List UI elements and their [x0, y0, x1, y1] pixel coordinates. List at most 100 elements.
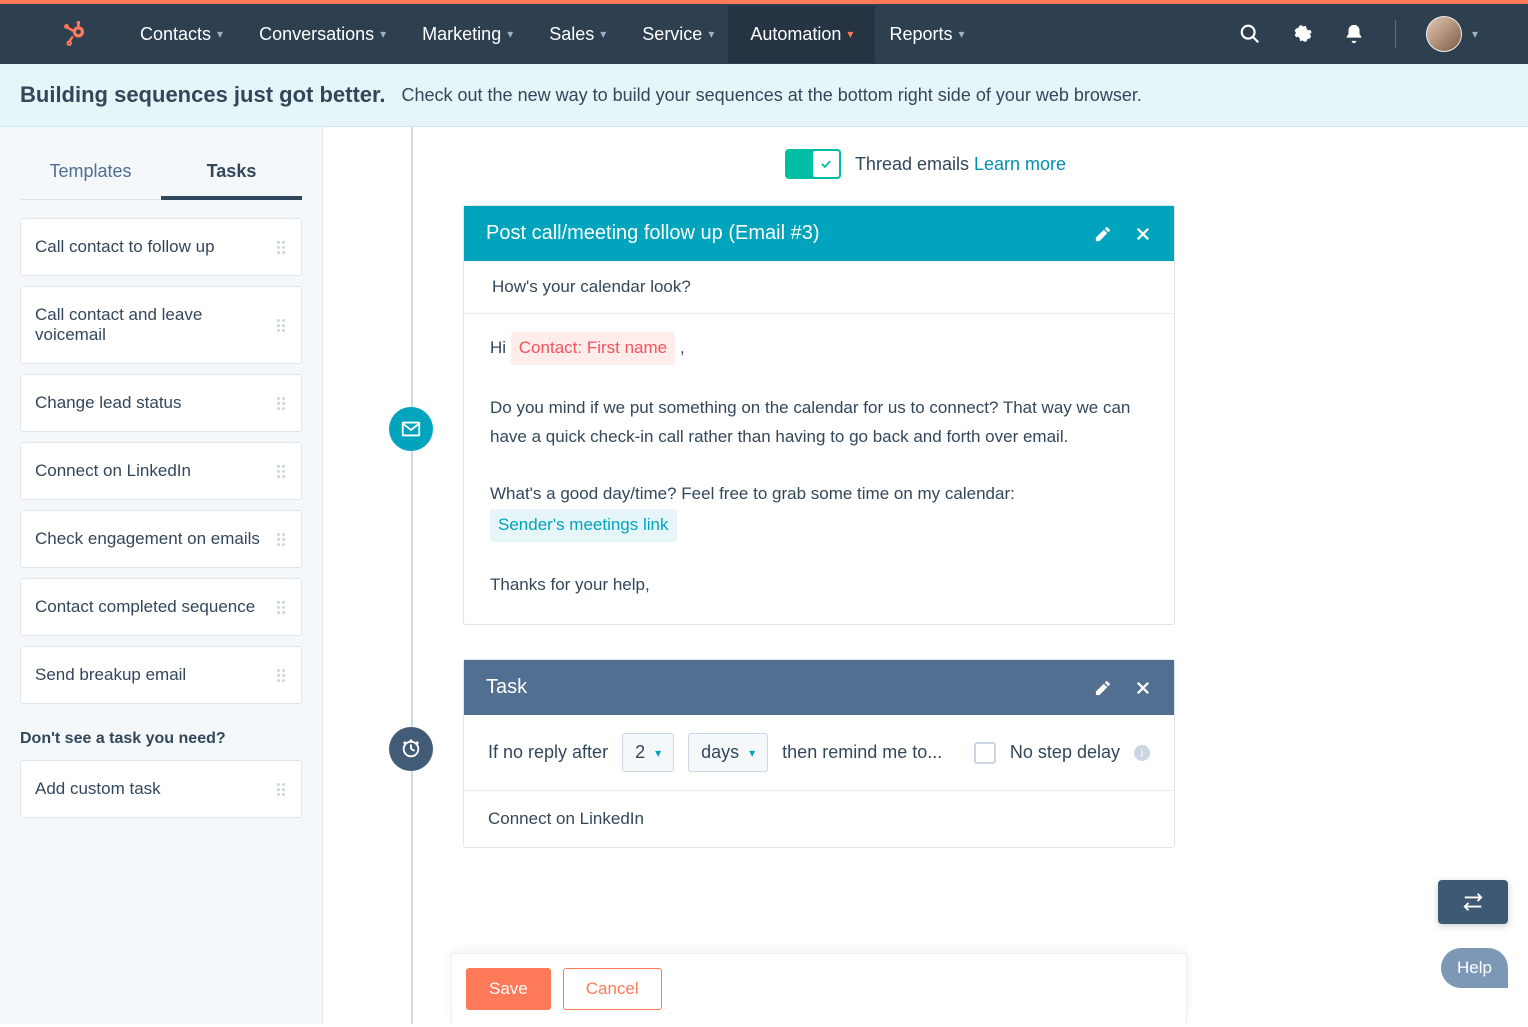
timeline-line — [411, 127, 413, 1024]
close-icon[interactable] — [1134, 679, 1152, 697]
task-item-label: Contact completed sequence — [35, 597, 255, 617]
drag-handle-icon[interactable] — [277, 533, 287, 546]
notifications-icon[interactable] — [1343, 23, 1365, 45]
drag-handle-icon[interactable] — [277, 601, 287, 614]
sidebar: Templates Tasks Call contact to follow u… — [0, 127, 323, 1024]
nav-item-reports[interactable]: Reports▾ — [889, 6, 964, 63]
drag-handle-icon[interactable] — [277, 465, 287, 478]
drag-handle-icon[interactable] — [277, 241, 287, 254]
task-suffix: then remind me to... — [782, 742, 942, 763]
email-card: Post call/meeting follow up (Email #3) H… — [463, 205, 1175, 625]
help-button[interactable]: Help — [1441, 948, 1508, 988]
drag-handle-icon[interactable] — [277, 783, 287, 796]
cancel-button[interactable]: Cancel — [563, 968, 662, 1010]
task-item-label: Change lead status — [35, 393, 182, 413]
sidebar-tabs: Templates Tasks — [20, 149, 302, 200]
banner-text: Check out the new way to build your sequ… — [402, 85, 1142, 106]
task-card: Task If no reply after 2▾ days▾ then rem… — [463, 659, 1175, 848]
task-card-header: Task — [464, 660, 1174, 715]
learn-more-link[interactable]: Learn more — [974, 154, 1066, 174]
email-paragraph: Do you mind if we put something on the c… — [490, 394, 1148, 452]
thread-emails-row: Thread emails Learn more — [323, 127, 1528, 205]
nav-item-conversations[interactable]: Conversations▾ — [259, 6, 386, 63]
check-icon — [811, 149, 841, 179]
task-item[interactable]: Send breakup email — [20, 646, 302, 704]
email-closing: Thanks for your help, — [490, 571, 1148, 600]
chevron-down-icon: ▾ — [380, 27, 386, 41]
task-item[interactable]: Check engagement on emails — [20, 510, 302, 568]
email-step-icon — [389, 407, 433, 451]
task-body[interactable]: Connect on LinkedIn — [464, 791, 1174, 847]
task-step-icon — [389, 727, 433, 771]
nav-item-contacts[interactable]: Contacts▾ — [140, 6, 223, 63]
navbar: Contacts▾ Conversations▾ Marketing▾ Sale… — [0, 4, 1528, 64]
thread-emails-label: Thread emails Learn more — [855, 154, 1066, 175]
chevron-down-icon: ▾ — [507, 27, 513, 41]
chevron-down-icon: ▾ — [958, 27, 964, 41]
task-item-label: Call contact to follow up — [35, 237, 215, 257]
edit-icon[interactable] — [1094, 679, 1112, 697]
nav-items: Contacts▾ Conversations▾ Marketing▾ Sale… — [140, 6, 965, 63]
delay-unit-select[interactable]: days▾ — [688, 733, 768, 772]
info-icon[interactable]: i — [1134, 745, 1150, 761]
task-card-title: Task — [486, 676, 527, 699]
contact-firstname-token[interactable]: Contact: First name — [511, 332, 675, 365]
drag-handle-icon[interactable] — [277, 397, 287, 410]
task-item[interactable]: Call contact and leave voicemail — [20, 286, 302, 364]
settings-icon[interactable] — [1291, 23, 1313, 45]
no-step-delay-label: No step delay — [1010, 742, 1120, 763]
task-condition-row: If no reply after 2▾ days▾ then remind m… — [464, 715, 1174, 791]
email-paragraph: What's a good day/time? Feel free to gra… — [490, 484, 1015, 503]
nav-item-sales[interactable]: Sales▾ — [549, 6, 606, 63]
task-item[interactable]: Connect on LinkedIn — [20, 442, 302, 500]
drag-handle-icon[interactable] — [277, 319, 287, 332]
meetings-link-token[interactable]: Sender's meetings link — [490, 509, 677, 542]
nav-item-automation[interactable]: Automation▾ — [728, 6, 875, 63]
chevron-down-icon: ▾ — [708, 27, 714, 41]
task-item[interactable]: Contact completed sequence — [20, 578, 302, 636]
task-item[interactable]: Change lead status — [20, 374, 302, 432]
task-item[interactable]: Call contact to follow up — [20, 218, 302, 276]
email-subject[interactable]: How's your calendar look? — [464, 261, 1174, 314]
task-item-label: Check engagement on emails — [35, 529, 260, 549]
account-menu[interactable]: ▾ — [1426, 16, 1478, 52]
tab-templates[interactable]: Templates — [20, 149, 161, 199]
footer-actions: Save Cancel — [451, 953, 1187, 1024]
save-button[interactable]: Save — [466, 968, 551, 1010]
task-item-label: Call contact and leave voicemail — [35, 305, 277, 345]
chevron-down-icon: ▾ — [847, 27, 853, 41]
task-item-label: Connect on LinkedIn — [35, 461, 191, 481]
avatar — [1426, 16, 1462, 52]
content: Thread emails Learn more Post call/meeti… — [323, 127, 1528, 1024]
nav-right: ▾ — [1239, 16, 1478, 52]
task-item-label: Send breakup email — [35, 665, 186, 685]
task-prefix: If no reply after — [488, 742, 608, 763]
divider — [1395, 20, 1396, 48]
email-body[interactable]: Hi Contact: First name , Do you mind if … — [464, 314, 1174, 624]
edit-icon[interactable] — [1094, 225, 1112, 243]
sidebar-subheading: Don't see a task you need? — [20, 730, 302, 748]
chevron-down-icon: ▾ — [600, 27, 606, 41]
search-icon[interactable] — [1239, 23, 1261, 45]
switch-builder-button[interactable] — [1438, 880, 1508, 924]
delay-qty-select[interactable]: 2▾ — [622, 733, 674, 772]
nav-item-service[interactable]: Service▾ — [642, 6, 714, 63]
chevron-down-icon: ▾ — [1472, 27, 1478, 41]
greeting-prefix: Hi — [490, 338, 511, 357]
email-card-header: Post call/meeting follow up (Email #3) — [464, 206, 1174, 261]
hubspot-logo[interactable] — [60, 21, 86, 47]
email-card-title: Post call/meeting follow up (Email #3) — [486, 222, 819, 245]
chevron-down-icon: ▾ — [217, 27, 223, 41]
chevron-down-icon: ▾ — [749, 746, 755, 760]
info-banner: Building sequences just got better. Chec… — [0, 64, 1528, 127]
thread-emails-toggle[interactable] — [785, 149, 841, 179]
nav-item-marketing[interactable]: Marketing▾ — [422, 6, 513, 63]
main: Templates Tasks Call contact to follow u… — [0, 127, 1528, 1024]
greeting-suffix: , — [680, 338, 685, 357]
tab-tasks[interactable]: Tasks — [161, 149, 302, 200]
no-step-delay-checkbox[interactable] — [974, 742, 996, 764]
add-custom-task[interactable]: Add custom task — [20, 760, 302, 818]
close-icon[interactable] — [1134, 225, 1152, 243]
banner-title: Building sequences just got better. — [20, 82, 386, 108]
drag-handle-icon[interactable] — [277, 669, 287, 682]
